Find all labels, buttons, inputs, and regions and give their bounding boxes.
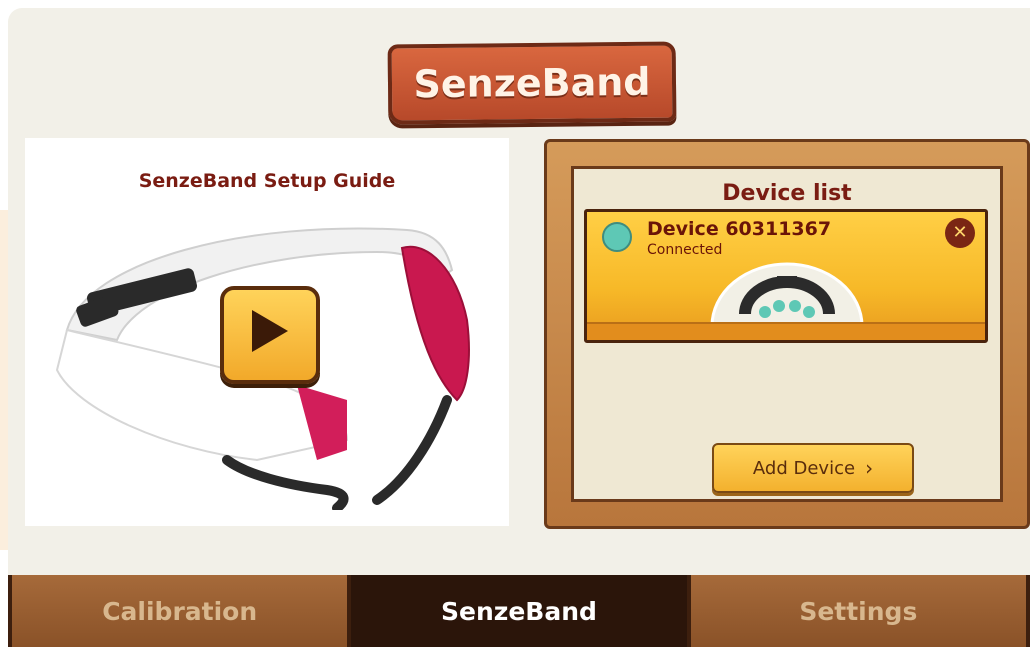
close-icon: ✕ — [952, 222, 968, 243]
play-icon — [252, 310, 288, 352]
title-banner: SenzeBand — [387, 41, 677, 125]
device-list-title: Device list — [722, 181, 852, 206]
add-device-label: Add Device — [752, 457, 856, 479]
connection-status-dot — [602, 222, 632, 252]
setup-guide-title: SenzeBand Setup Guide — [138, 170, 396, 192]
tab-settings[interactable]: Settings — [686, 575, 1030, 647]
device-list-panel: Device list Device 60311367 Connected ✕ — [544, 139, 1030, 529]
device-status: Connected — [647, 242, 723, 258]
device-card[interactable]: Device 60311367 Connected ✕ — [584, 209, 988, 343]
bottom-tab-bar: Calibration SenzeBand Settings — [8, 575, 1030, 647]
device-list-inner: Device list Device 60311367 Connected ✕ — [571, 166, 1003, 502]
device-card-strip — [587, 322, 985, 340]
signal-gauge-icon — [710, 262, 864, 326]
tab-label-calibration: Calibration — [102, 596, 258, 626]
app-title: SenzeBand — [413, 59, 651, 107]
add-device-button[interactable]: Add Device › — [712, 443, 914, 493]
remove-device-button[interactable]: ✕ — [945, 218, 975, 248]
tab-label-senzeband: SenzeBand — [441, 596, 597, 626]
tab-calibration[interactable]: Calibration — [8, 575, 352, 647]
chevron-right-icon: › — [865, 456, 874, 480]
play-video-button[interactable] — [220, 286, 320, 384]
app-window: SenzeBand SenzeBand Setup Guide Device l… — [8, 8, 1030, 647]
tab-label-settings: Settings — [799, 596, 918, 626]
device-name: Device 60311367 — [647, 218, 832, 240]
tab-senzeband[interactable]: SenzeBand — [351, 575, 687, 647]
setup-guide-card: SenzeBand Setup Guide — [25, 138, 509, 526]
